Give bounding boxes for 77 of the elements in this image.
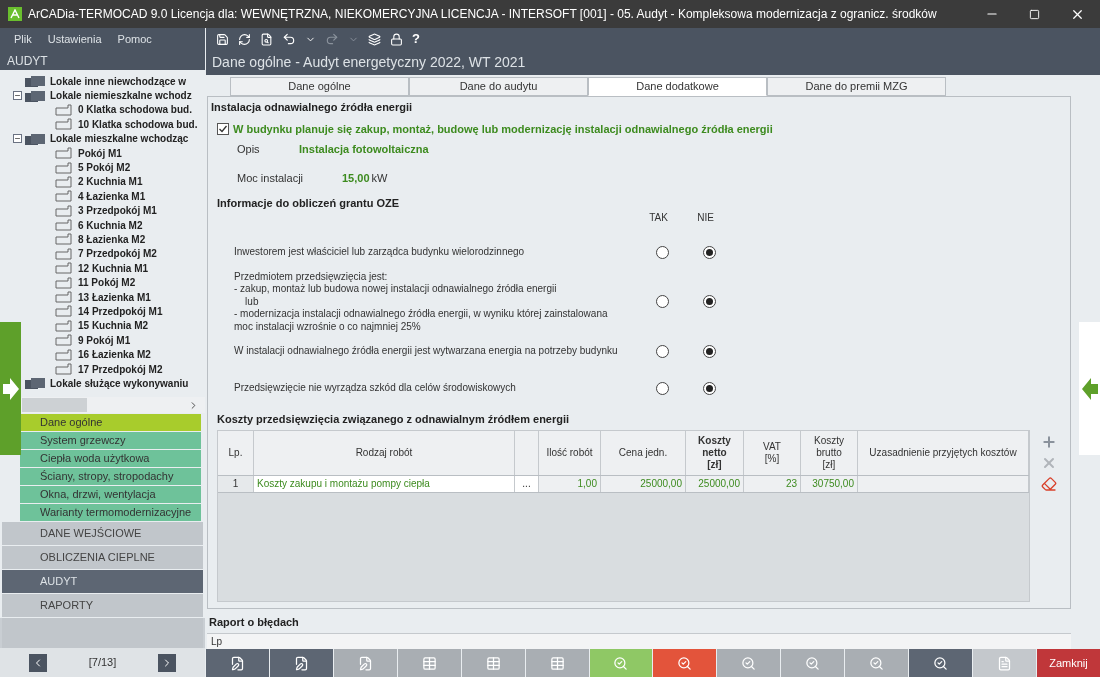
question-text: W instalacji odnawialnego źródła energii jest wytwarzana energia na potrzeby budynku — [233, 345, 619, 358]
menu-item[interactable]: Plik — [14, 30, 32, 48]
menu-item[interactable]: Ustawienia — [47, 30, 102, 48]
section-button[interactable]: DANE WEJŚCIOWE — [2, 522, 203, 545]
table-cell-text: Koszty zakupu i montażu pompy ciepła — [257, 477, 430, 491]
tree-item[interactable]: 11 Pokój M2 — [78, 275, 136, 291]
nav-item[interactable]: Okna, drzwi, wentylacja — [20, 486, 201, 503]
tree-item[interactable]: 7 Przedpokój M2 — [78, 246, 157, 262]
column-header: Uzasadnienie przyjętych kosztów — [869, 446, 1017, 459]
tree-item[interactable]: 8 Łazienka M2 — [78, 232, 146, 247]
section-heading: Informacje do obliczeń grantu OZE — [217, 196, 401, 211]
nav-item[interactable]: System grzewczy — [20, 432, 201, 449]
section-button[interactable]: OBLICZENIA CIEPLNE — [2, 546, 203, 569]
tab[interactable]: Dane do premii MZG — [767, 77, 946, 96]
tree-item[interactable]: 14 Przedpokój M1 — [78, 303, 163, 319]
tab[interactable]: Dane dodatkowe — [588, 77, 767, 96]
tree-item[interactable]: 16 Łazienka M2 — [78, 347, 151, 363]
column-header: Lp. — [228, 446, 243, 459]
column-header: Cena jedn. — [618, 446, 668, 459]
checkbox-label: W budynku planuje się zakup, montaż, budowę lub modernizację instalacji odnawialnego źródła energii — [233, 121, 773, 137]
column-heading: NIE — [696, 210, 715, 225]
tree-item[interactable]: Lokale służące wykonywaniu — [50, 375, 189, 391]
field-label: Opis — [237, 142, 261, 157]
nav-item[interactable]: Ciepła woda użytkowa — [20, 450, 201, 467]
table-cell-text: 25000,00 — [640, 477, 682, 491]
unit-label: kW — [371, 170, 388, 186]
question-text: Przedmiotem przedsięwzięcia jest: - zakup, montaż lub budowa nowej instalacji odnawialnego źródła energii lub - modernizacja instalacji odnawialnego źródła energii, w wyniku której zainstalowana moc instalacji wzrośnie o co najmniej 25% — [233, 270, 609, 333]
tree-item[interactable]: 6 Kuchnia M2 — [78, 217, 143, 233]
tree-item[interactable]: Lokale inne niewchodzące w — [50, 73, 187, 89]
section-button[interactable]: AUDYT — [2, 570, 203, 593]
tree-item[interactable]: 2 Kuchnia M1 — [78, 174, 143, 190]
page-counter: [7/13] — [88, 655, 117, 671]
tree-item[interactable]: 10 Klatka schodowa bud. — [78, 116, 198, 132]
section-heading: Koszty przedsięwzięcia związanego z odnawialnym źródłem energii — [217, 412, 571, 427]
column-header: VAT [%] — [763, 440, 781, 465]
tree-item[interactable]: 0 Klatka schodowa bud. — [78, 102, 192, 118]
column-header: Koszty netto [zł] — [698, 434, 731, 471]
tab[interactable]: Dane do audytu — [409, 77, 588, 96]
tree-item[interactable]: 12 Kuchnia M1 — [78, 260, 149, 276]
question-text: Przedsięwzięcie nie wyrządza szkód dla celów środowiskowych — [233, 382, 517, 395]
section-button[interactable]: RAPORTY — [2, 594, 203, 617]
panel-title: AUDYT — [6, 53, 49, 70]
tree-item[interactable]: Lokale niemieszkalne wchodz — [50, 88, 192, 104]
page-title: Dane ogólne - Audyt energetyczny 2022, WT 2021 — [211, 53, 527, 72]
tree-item[interactable]: 15 Kuchnia M2 — [78, 318, 149, 334]
power-value: 15,00 — [342, 170, 370, 186]
nav-item[interactable]: Warianty termomodernizacyjne — [20, 504, 201, 521]
table-cell-text: 25000,00 — [698, 477, 740, 491]
nav-item[interactable]: Dane ogólne — [20, 414, 201, 431]
tree-item[interactable]: 13 Łazienka M1 — [78, 289, 151, 305]
section-heading: Instalacja odnawialnego źródła energii — [211, 100, 414, 115]
tree-item[interactable]: Pokój M1 — [78, 145, 122, 161]
tree-item[interactable]: 4 Łazienka M1 — [78, 188, 146, 204]
window-title: ArCADia-TERMOCAD 9.0 Licencja dla: WEWNĘTRZNA, NIEKOMERCYJNA LICENCJA - INTERSOFT [001] - 05. Audyt - Kompleksowa modernizacja z ogranicz. środków — [28, 6, 938, 23]
table-cell-text: 1,00 — [577, 477, 597, 491]
close-button[interactable]: Zamknij — [1037, 649, 1100, 677]
table-cell-text: 23 — [785, 477, 797, 491]
table-cell-text: 1 — [232, 477, 239, 491]
nav-item[interactable]: Ściany, stropy, stropodachy — [20, 468, 201, 485]
column-header: Koszty brutto [zł] — [814, 434, 844, 471]
section-heading: Raport o błędach — [209, 614, 300, 630]
column-heading: TAK — [648, 210, 669, 225]
menu-item[interactable]: Pomoc — [117, 30, 152, 48]
description-value: Instalacja fotowoltaiczna — [299, 142, 429, 157]
tree-item[interactable]: 5 Pokój M2 — [78, 160, 131, 176]
question-text: Inwestorem jest właściciel lub zarządca budynku wielorodzinnego — [233, 245, 526, 259]
tree-item[interactable]: 3 Przedpokój M1 — [78, 203, 157, 219]
table-cell-text: 30750,00 — [812, 477, 854, 491]
field-label: Moc instalacji — [237, 170, 305, 186]
tree-item[interactable]: Lokale mieszkalne wchodząc — [50, 131, 189, 147]
tree-item[interactable]: 9 Pokój M1 — [78, 332, 131, 348]
column-header: Ilość robót — [546, 446, 593, 459]
tree-item[interactable]: 17 Przedpokój M2 — [78, 361, 163, 377]
column-header: Lp — [211, 635, 223, 649]
column-header: Rodzaj robót — [355, 446, 413, 459]
tab[interactable]: Dane ogólne — [230, 77, 409, 96]
help-button[interactable]: ? — [412, 29, 420, 49]
